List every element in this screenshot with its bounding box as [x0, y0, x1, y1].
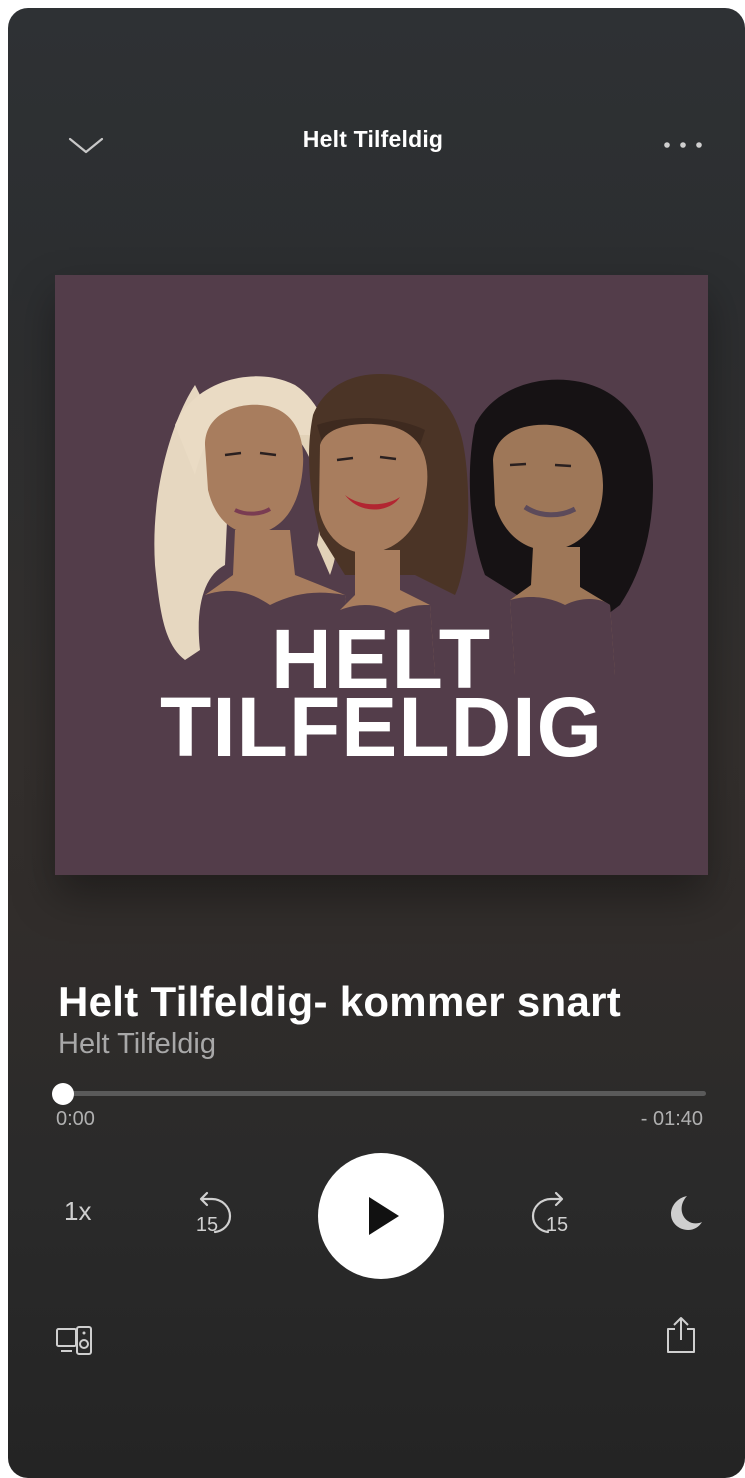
header-title: Helt Tilfeldig: [302, 126, 444, 152]
episode-title: Helt Tilfeldig- kommer snart: [58, 978, 622, 1025]
show-name[interactable]: Helt Tilfeldig: [58, 1028, 216, 1061]
playback-speed-button[interactable]: 1x: [64, 1196, 91, 1227]
podcast-artwork: HELT TILFELDIG: [55, 275, 708, 875]
skip-forward-15-icon: 15: [531, 1191, 568, 1236]
skip-back-seconds: 15: [196, 1214, 218, 1236]
remaining-time: - 01:40: [640, 1108, 703, 1130]
devices-icon: [56, 1326, 92, 1355]
skip-back-button[interactable]: 15: [180, 1180, 240, 1240]
skip-back-15-icon: 15: [196, 1191, 232, 1236]
connect-device-button[interactable]: [54, 1324, 98, 1360]
share-button[interactable]: [664, 1314, 698, 1356]
sleep-timer-button[interactable]: [661, 1190, 705, 1234]
play-button[interactable]: [318, 1153, 444, 1279]
collapse-player-button[interactable]: [66, 126, 106, 166]
moon-icon: [671, 1196, 702, 1230]
artwork-illustration: [154, 374, 653, 675]
more-options-button[interactable]: [658, 130, 708, 160]
skip-forward-seconds: 15: [546, 1214, 568, 1236]
share-icon: [667, 1317, 695, 1353]
artwork-text-line2: TILFELDIG: [160, 680, 603, 774]
progress-scrubber[interactable]: [52, 1083, 74, 1105]
progress-track[interactable]: [56, 1091, 706, 1096]
player-screen: Helt Tilfeldig HELT TILFELDIG Helt Tilfe…: [8, 8, 745, 1478]
chevron-down-icon: [68, 137, 104, 154]
play-icon: [369, 1197, 399, 1235]
skip-forward-button[interactable]: 15: [523, 1180, 583, 1240]
elapsed-time: 0:00: [56, 1108, 95, 1130]
more-horizontal-icon: [664, 142, 702, 148]
